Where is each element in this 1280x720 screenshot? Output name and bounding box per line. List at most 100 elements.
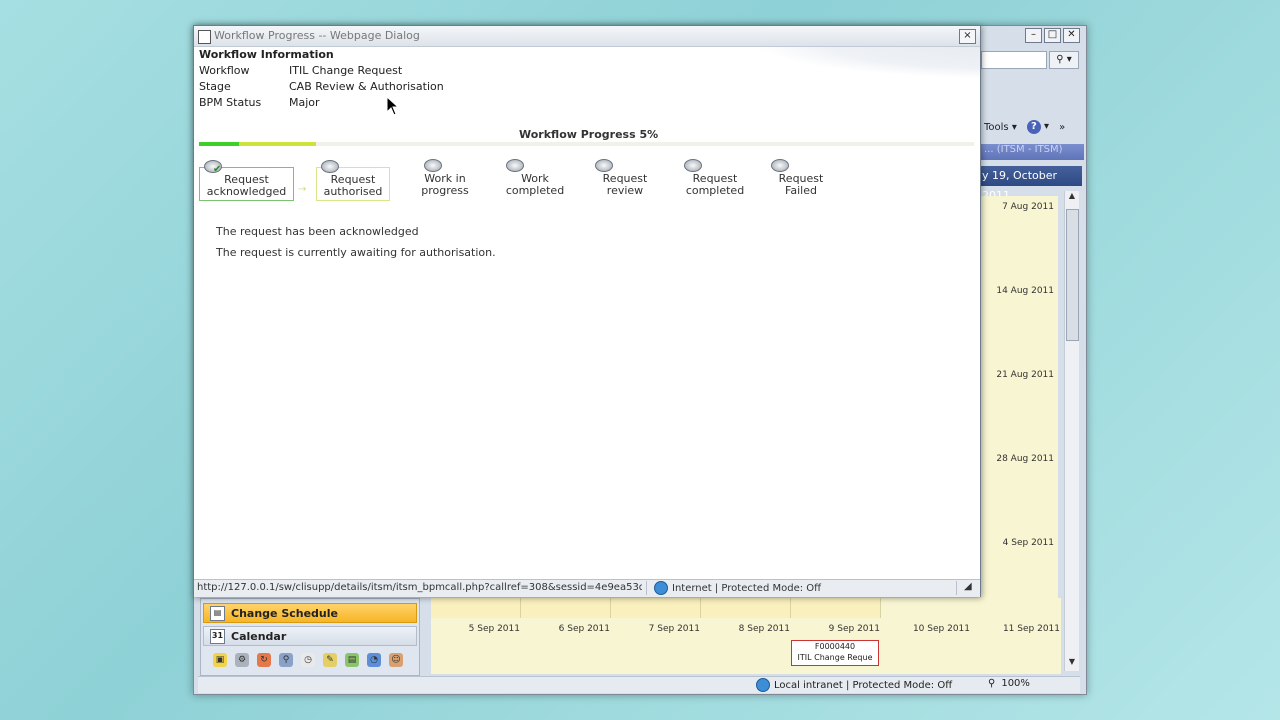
week-date: 21 Aug 2011 [996, 370, 1054, 380]
calendar-scrollbar[interactable]: ▲ ▼ [1064, 191, 1079, 671]
ie-zoom[interactable]: ⚲ 100% [988, 678, 1030, 689]
week-date: 28 Aug 2011 [996, 454, 1054, 464]
chart-icon[interactable]: ◔ [367, 653, 381, 667]
help-icon: ? [1026, 120, 1041, 134]
intranet-icon [756, 678, 770, 692]
step-work-in-progress[interactable]: Work in progress [411, 159, 479, 201]
calendar-event[interactable]: F0000440 ITIL Change Reque [791, 640, 879, 666]
ie-search-button[interactable]: ⚲ ▾ [1049, 51, 1079, 69]
step-label-2: review [606, 184, 644, 197]
week-date: 4 Sep 2011 [1002, 538, 1054, 548]
event-title: ITIL Change Reque [797, 653, 873, 662]
step-request-failed[interactable]: Request Failed [766, 159, 836, 201]
day-date[interactable]: 11 Sep 2011 [971, 624, 1060, 634]
maximize-button[interactable]: □ [1044, 28, 1061, 43]
navigation-panel: ▤ Change Schedule 31 Calendar ▣ ⚙ ↻ ⚲ ◷ … [200, 598, 420, 676]
step-request-authorised[interactable]: Request authorised [316, 160, 390, 201]
progress-fill-current [239, 142, 316, 146]
calendar-icon: 31 [210, 628, 225, 644]
header-decoration [754, 47, 980, 79]
database-icon [595, 159, 613, 172]
week-date: 7 Aug 2011 [1002, 202, 1054, 212]
step-work-completed[interactable]: Work completed [501, 159, 569, 201]
status-separator [646, 581, 647, 595]
workflow-progress-dialog: Workflow Progress -- Webpage Dialog × Wo… [193, 25, 981, 597]
day-date[interactable]: 9 Sep 2011 [791, 624, 880, 634]
status-message: The request is currently awaiting for au… [216, 246, 496, 259]
event-id: F0000440 [814, 642, 856, 651]
progress-title: Workflow Progress 5% [519, 128, 659, 141]
workflow-steps: ✔ Request acknowledged → Request authorise… [199, 157, 979, 207]
zoom-icon: ⚲ [988, 678, 996, 689]
calendar-day-strip: 5 Sep 2011 6 Sep 2011 7 Sep 2011 8 Sep 2… [431, 598, 1061, 674]
day-date[interactable]: 8 Sep 2011 [701, 624, 790, 634]
step-label-2: progress [421, 184, 469, 197]
database-icon [684, 159, 702, 172]
dialog-body: Workflow Information Workflow ITIL Change… [194, 47, 980, 579]
lock-icon[interactable]: ▣ [213, 653, 227, 667]
dialog-title-bar[interactable]: Workflow Progress -- Webpage Dialog × [194, 26, 980, 47]
database-icon [321, 160, 339, 173]
workflow-info-title: Workflow Information [199, 48, 334, 61]
step-request-acknowledged[interactable]: ✔ Request acknowledged [199, 160, 294, 201]
resize-grip-icon[interactable]: ◢ [964, 581, 972, 592]
database-icon [506, 159, 524, 172]
scroll-up-icon[interactable]: ▲ [1066, 191, 1078, 205]
info-label: Workflow [199, 64, 250, 77]
help-button[interactable]: ? ▾ [1026, 120, 1050, 134]
close-button[interactable]: × [959, 29, 976, 44]
close-button[interactable]: ✕ [1063, 28, 1080, 43]
info-value: ITIL Change Request [289, 64, 403, 77]
status-message: The request has been acknowledged [216, 225, 419, 238]
progress-fill-complete [199, 142, 239, 146]
ie-status-bar: Local intranet | Protected Mode: Off ⚲ 1… [198, 676, 1080, 693]
day-date[interactable]: 7 Sep 2011 [611, 624, 700, 634]
day-date[interactable]: 10 Sep 2011 [881, 624, 970, 634]
tools-menu[interactable]: Tools ▾ [984, 122, 1017, 133]
schedule-icon: ▤ [210, 605, 225, 621]
info-label: BPM Status [199, 96, 262, 109]
step-request-review[interactable]: Request review [590, 159, 660, 201]
chevron-down-icon: ▾ [1044, 121, 1050, 132]
ie-zone-text: Local intranet | Protected Mode: Off [774, 679, 953, 691]
network-icon[interactable]: ⚲ [279, 653, 293, 667]
calendar-week-cell[interactable]: 14 Aug 2011 [980, 280, 1058, 365]
edit-icon[interactable]: ✎ [323, 653, 337, 667]
search-icon: ⚲ ▾ [1056, 54, 1072, 65]
day-date[interactable]: 6 Sep 2011 [521, 624, 610, 634]
internet-icon [654, 581, 668, 595]
zoom-level: 100% [1001, 678, 1030, 689]
calendar-week-cell[interactable]: 21 Aug 2011 [980, 364, 1058, 449]
calendar-week-cell[interactable]: 7 Aug 2011 [980, 196, 1058, 281]
step-request-completed[interactable]: Request completed [679, 159, 751, 201]
ie-search-input[interactable] [981, 51, 1047, 69]
cursor-arrow-icon [386, 96, 400, 116]
scroll-down-icon[interactable]: ▼ [1066, 657, 1078, 671]
nav-calendar[interactable]: 31 Calendar [203, 626, 417, 646]
user-icon[interactable]: ☺ [389, 653, 403, 667]
database-icon [424, 159, 442, 172]
calendar-date-header: y 19, October 2011 [980, 166, 1082, 202]
clock-icon[interactable]: ◷ [301, 653, 315, 667]
nav-tool-row: ▣ ⚙ ↻ ⚲ ◷ ✎ ▤ ◔ ☺ [213, 653, 403, 667]
dialog-status-bar: http://127.0.0.1/sw/clisupp/details/itsm… [194, 579, 980, 597]
check-icon: ✔ [213, 164, 222, 175]
refresh-icon[interactable]: ↻ [257, 653, 271, 667]
tools-label: Tools [984, 121, 1009, 133]
double-chevron-icon[interactable]: » [1059, 122, 1065, 133]
ie-toolbar: Tools ▾ ? ▾ » [984, 120, 1065, 134]
week-date: 14 Aug 2011 [996, 286, 1054, 296]
scrollbar-thumb[interactable] [1066, 209, 1079, 341]
dialog-zone[interactable]: Internet | Protected Mode: Off [654, 581, 821, 595]
gear-icon[interactable]: ⚙ [235, 653, 249, 667]
document-icon[interactable]: ▤ [345, 653, 359, 667]
minimize-button[interactable]: – [1025, 28, 1042, 43]
status-url: http://127.0.0.1/sw/clisupp/details/itsm… [197, 582, 642, 593]
nav-change-schedule[interactable]: ▤ Change Schedule [203, 603, 417, 623]
dialog-title: Workflow Progress -- Webpage Dialog [214, 29, 420, 42]
calendar-week-cell[interactable]: 28 Aug 2011 [980, 448, 1058, 533]
info-row-stage: Stage CAB Review & Authorisation [199, 80, 444, 93]
ie-zone[interactable]: Local intranet | Protected Mode: Off [756, 678, 952, 692]
day-date[interactable]: 5 Sep 2011 [431, 624, 520, 634]
info-row-workflow: Workflow ITIL Change Request [199, 64, 402, 77]
